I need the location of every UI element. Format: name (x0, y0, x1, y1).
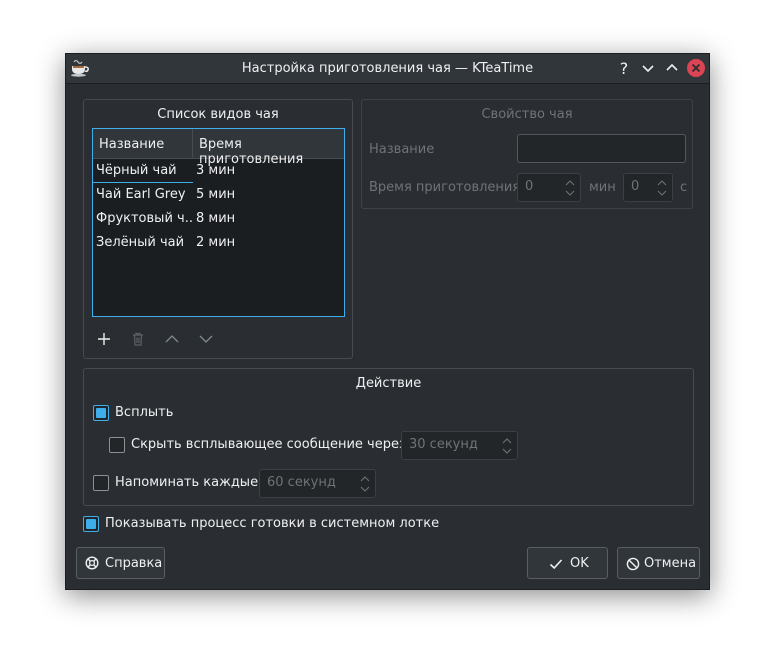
help-button-label: Справка (105, 556, 163, 571)
table-row[interactable]: Фруктовый ч... 8 мин (93, 207, 344, 231)
tea-name-input[interactable] (517, 134, 686, 163)
column-header-name[interactable]: Название (99, 137, 164, 152)
seconds-spinbox[interactable]: 0 (623, 173, 673, 202)
seconds-value: 0 (631, 179, 640, 194)
tea-list-group: Список видов чая Название Время приготов… (83, 99, 353, 359)
spin-arrows-icon[interactable] (501, 434, 513, 458)
tea-list-view[interactable]: Название Время приготовления Чёрный чай … (92, 128, 345, 317)
hide-popup-spinbox[interactable]: 30 секунд (401, 431, 518, 460)
cancel-button-label: Отмена (644, 556, 697, 571)
minutes-value: 0 (525, 179, 534, 194)
close-icon[interactable] (687, 59, 705, 77)
minimize-icon[interactable] (639, 59, 657, 77)
table-row[interactable]: Зелёный чай 2 мин (93, 231, 344, 255)
minutes-spinbox[interactable]: 0 (517, 173, 581, 202)
action-title: Действие (355, 376, 422, 391)
tea-properties-title: Свойство чая (481, 107, 573, 122)
checkmark-icon (549, 557, 563, 571)
tea-name-cell: Чай Earl Grey (96, 187, 186, 202)
title-bar[interactable]: Настройка приготовления чая — KTeaTime ? (66, 54, 709, 84)
table-row[interactable]: Чай Earl Grey 5 мин (93, 183, 344, 207)
spin-arrows-icon[interactable] (656, 176, 668, 200)
tray-progress-checkbox[interactable] (83, 516, 99, 532)
brew-time-label: Время приготовления (369, 180, 521, 195)
popup-label[interactable]: Всплыть (115, 405, 173, 420)
remind-value: 60 секунд (267, 475, 336, 490)
action-group: Действие Всплыть Скрыть всплывающее сооб… (83, 368, 694, 506)
seconds-unit-label: с (680, 180, 688, 195)
settings-dialog: Настройка приготовления чая — KTeaTime ?… (65, 53, 710, 590)
tea-name-cell: Чёрный чай (96, 163, 177, 178)
table-row[interactable]: Чёрный чай 3 мин (93, 159, 344, 183)
lifebuoy-icon (85, 556, 99, 570)
tea-name-cell: Зелёный чай (96, 235, 185, 250)
cancel-icon (626, 557, 640, 571)
hide-popup-value: 30 секунд (409, 437, 478, 452)
ok-button-label: OK (570, 556, 589, 571)
hide-popup-label[interactable]: Скрыть всплывающее сообщение через (131, 437, 406, 452)
tea-time-cell: 3 мин (196, 163, 236, 178)
remind-spinbox[interactable]: 60 секунд (259, 469, 376, 498)
chevron-up-icon[interactable] (161, 328, 183, 350)
tea-properties-group: Свойство чая Название Время приготовлени… (361, 99, 693, 209)
tea-name-cell: Фруктовый ч... (96, 211, 192, 226)
chevron-down-icon[interactable] (195, 328, 217, 350)
spin-arrows-icon[interactable] (359, 472, 371, 496)
tray-progress-label[interactable]: Показывать процесс готовки в системном л… (105, 516, 439, 531)
hide-popup-checkbox[interactable] (109, 437, 125, 453)
trash-icon[interactable] (127, 328, 149, 350)
spin-arrows-icon[interactable] (564, 176, 576, 200)
popup-checkbox[interactable] (93, 405, 109, 421)
tea-name-label: Название (369, 142, 435, 157)
plus-icon[interactable] (93, 328, 115, 350)
column-separator[interactable] (192, 129, 193, 158)
remind-checkbox[interactable] (93, 475, 109, 491)
minutes-unit-label: мин (589, 180, 616, 195)
window-title: Настройка приготовления чая — KTeaTime (241, 61, 534, 76)
tea-list-title: Список видов чая (157, 107, 279, 122)
help-icon[interactable]: ? (615, 59, 633, 78)
remind-label[interactable]: Напоминать каждые (115, 475, 258, 490)
tea-time-cell: 5 мин (196, 187, 236, 202)
help-button[interactable]: Справка (76, 547, 165, 579)
tea-time-cell: 8 мин (196, 211, 236, 226)
tea-time-cell: 2 мин (196, 235, 236, 250)
ok-button[interactable]: OK (527, 547, 608, 579)
cancel-button[interactable]: Отмена (617, 547, 700, 579)
maximize-icon[interactable] (663, 59, 681, 77)
svg-text:?: ? (620, 59, 629, 77)
tea-list-header: Название Время приготовления (93, 129, 344, 167)
